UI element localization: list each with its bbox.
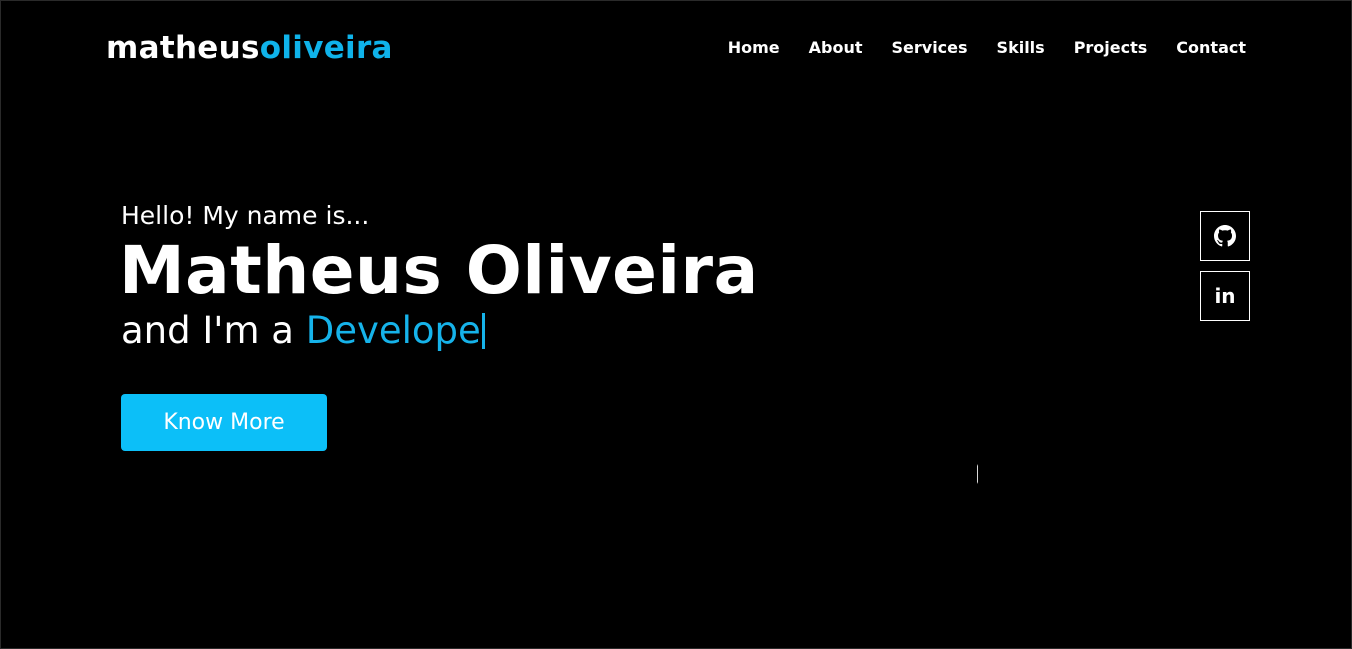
site-logo[interactable]: matheusoliveira [106, 28, 393, 68]
know-more-button[interactable]: Know More [121, 394, 327, 451]
nav-link-skills[interactable]: Skills [997, 38, 1045, 57]
typing-cursor [481, 313, 485, 349]
pointer-artifact [977, 464, 978, 484]
nav-item-contact: Contact [1176, 35, 1246, 61]
nav-item-services: Services [892, 35, 968, 61]
nav-link-contact[interactable]: Contact [1176, 38, 1246, 57]
nav-link-services[interactable]: Services [892, 38, 968, 57]
hero-name: Matheus Oliveira [119, 232, 759, 309]
hero-section: Hello! My name is... Matheus Oliveira an… [119, 197, 759, 357]
page: matheusoliveira Home About Services Skil… [0, 0, 1352, 649]
nav-link-projects[interactable]: Projects [1074, 38, 1148, 57]
social-links: in [1200, 211, 1250, 331]
github-link[interactable] [1200, 211, 1250, 261]
github-icon [1214, 225, 1236, 247]
role-prefix: and I'm a [121, 309, 306, 352]
linkedin-link[interactable]: in [1200, 271, 1250, 321]
linkedin-icon: in [1214, 284, 1236, 308]
logo-text-first: matheus [106, 30, 260, 66]
nav-item-skills: Skills [997, 35, 1045, 61]
nav-item-home: Home [728, 35, 780, 61]
hero-role-line: and I'm a Develope [121, 305, 759, 357]
hero-greeting: Hello! My name is... [121, 201, 370, 230]
navbar: matheusoliveira Home About Services Skil… [1, 1, 1351, 95]
nav-link-about[interactable]: About [809, 38, 863, 57]
role-typed-text: Develope [305, 309, 481, 352]
nav-item-about: About [809, 35, 863, 61]
nav-link-home[interactable]: Home [728, 38, 780, 57]
nav-item-projects: Projects [1074, 35, 1148, 61]
nav-menu: Home About Services Skills Projects Cont… [699, 35, 1246, 61]
logo-text-second: oliveira [259, 30, 393, 66]
